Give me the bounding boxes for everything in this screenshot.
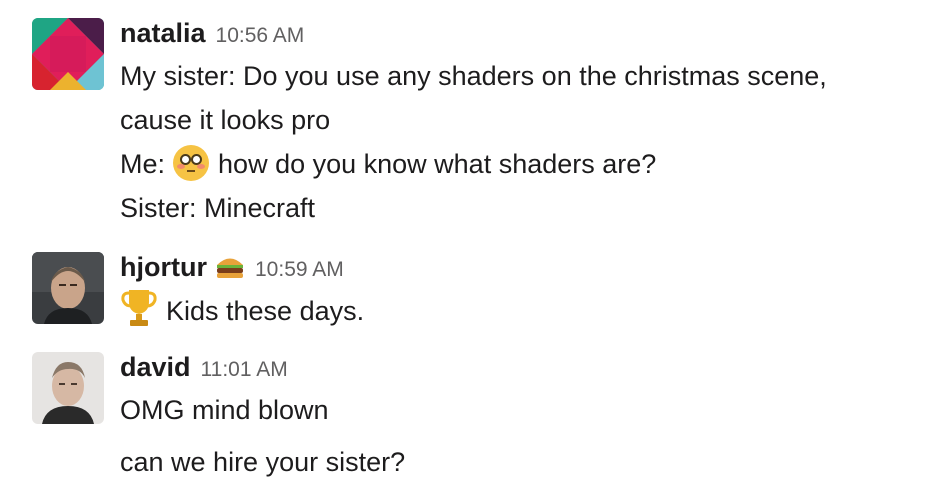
message-line: Sister: Minecraft [120, 193, 316, 223]
avatar-natalia[interactable] [32, 18, 104, 90]
message-line: OMG mind blown [120, 395, 329, 425]
username-natalia[interactable]: natalia [120, 18, 206, 49]
trophy-emoji-icon [120, 288, 158, 341]
username-david[interactable]: david [120, 352, 191, 383]
natalia-logo-avatar [32, 18, 104, 90]
hjortur-photo-avatar [32, 252, 104, 324]
message-text: how do you know what shaders are? [218, 149, 657, 179]
david-photo-avatar [32, 352, 104, 424]
message-line: can we hire your sister? [120, 447, 406, 477]
message-line-with-emoji: Me: how do you know what shaders are? [120, 142, 940, 186]
avatar-david[interactable] [32, 352, 104, 424]
timestamp[interactable]: 10:56 AM [216, 24, 305, 48]
timestamp[interactable]: 10:59 AM [255, 258, 344, 282]
flushed-face-emoji-icon [172, 145, 209, 181]
message-text: Kids these days. [166, 296, 365, 326]
message-line: cause it looks pro [120, 105, 331, 135]
message-line: My sister: Do you use any shaders on the… [120, 61, 827, 91]
username-hjortur[interactable]: hjortur [120, 252, 207, 283]
avatar-hjortur[interactable] [32, 252, 104, 324]
timestamp[interactable]: 11:01 AM [201, 358, 288, 382]
message-line-with-emoji: Kids these days. [120, 288, 940, 341]
message-text-prefix: Me: [120, 149, 173, 179]
hamburger-emoji-icon[interactable] [215, 254, 245, 283]
